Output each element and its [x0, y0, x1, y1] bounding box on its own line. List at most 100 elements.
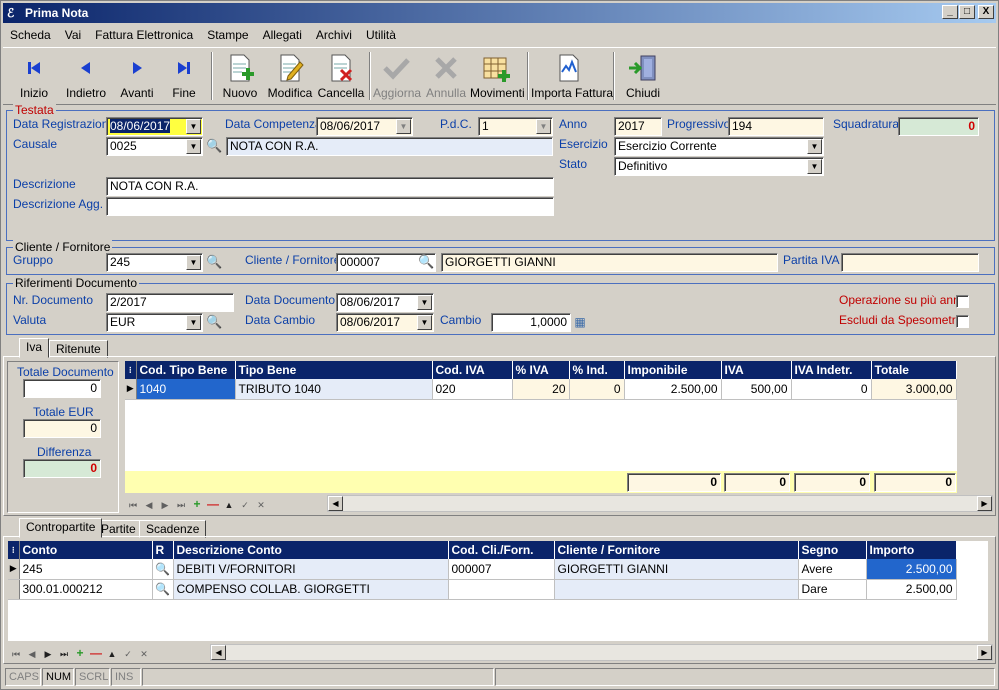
col-cod-iva[interactable]: Cod. IVA [432, 361, 513, 379]
cell-segno[interactable]: Dare [798, 579, 867, 600]
menu-utilita[interactable]: Utilità [359, 25, 403, 45]
cell-importo[interactable]: 2.500,00 [866, 579, 957, 600]
data-registrazione-field[interactable]: 08/06/2017 ▼ [106, 117, 203, 136]
nav-first-icon[interactable]: ⏮ [126, 498, 140, 512]
inizio-button[interactable]: Inizio [13, 50, 55, 102]
cell-descrizione-conto[interactable]: DEBITI V/FORNITORI [173, 559, 449, 580]
nav-up-icon[interactable]: ▲ [105, 647, 119, 661]
movimenti-button[interactable]: Movimenti [470, 50, 525, 102]
search-icon[interactable]: 🔍 [206, 254, 222, 270]
col-cod-cli-forn[interactable]: Cod. Cli./Forn. [448, 541, 555, 559]
nav-up-icon[interactable]: ▲ [222, 498, 236, 512]
nav-first-icon[interactable]: ⏮ [9, 647, 23, 661]
nuovo-button[interactable]: Nuovo [219, 50, 261, 102]
cell-cliente-fornitore[interactable]: GIORGETTI GIANNI [554, 559, 799, 580]
importa-fattura-button[interactable]: Importa Fattura [531, 50, 613, 102]
cell-cliente-fornitore[interactable] [554, 579, 799, 600]
nav-prev-icon[interactable]: ◀ [25, 647, 39, 661]
chevron-down-icon[interactable]: ▼ [417, 295, 432, 310]
nav-next-icon[interactable]: ▶ [41, 647, 55, 661]
data-cambio-field[interactable]: 08/06/2017 ▼ [336, 313, 434, 332]
gruppo-select[interactable]: 245 ▼ [106, 253, 203, 272]
menu-archivi[interactable]: Archivi [309, 25, 359, 45]
operazione-piu-anni-checkbox[interactable] [956, 295, 969, 308]
close-button[interactable]: X [978, 5, 994, 19]
cell-segno[interactable]: Avere [798, 559, 867, 580]
table-row[interactable]: ▶ 245 🔍 DEBITI V/FORNITORI 000007 GIORGE… [8, 559, 957, 580]
cancella-button[interactable]: Cancella [317, 50, 365, 102]
avanti-button[interactable]: Avanti [115, 50, 159, 102]
search-icon[interactable]: 🔍 [206, 138, 222, 154]
descrizione-agg-field[interactable] [106, 197, 554, 216]
nav-next-icon[interactable]: ▶ [158, 498, 172, 512]
modifica-button[interactable]: Modifica [265, 50, 315, 102]
chevron-down-icon[interactable]: ▼ [186, 139, 201, 154]
col-r[interactable]: R [152, 541, 174, 559]
cell-iva[interactable]: 500,00 [721, 379, 792, 400]
search-icon[interactable]: 🔍 [206, 314, 222, 330]
calculator-icon[interactable]: ▦ [572, 314, 588, 330]
stato-select[interactable]: Definitivo ▼ [614, 157, 824, 176]
scroll-right-icon[interactable]: ▶ [977, 496, 992, 511]
cell-perc-ind[interactable]: 0 [569, 379, 625, 400]
contropartite-horizontal-scrollbar[interactable]: ◀ ▶ [210, 644, 993, 661]
scroll-left-icon[interactable]: ◀ [211, 645, 226, 660]
cell-tipo-bene[interactable]: TRIBUTO 1040 [235, 379, 433, 400]
nav-remove-icon[interactable]: — [206, 497, 220, 511]
chiudi-button[interactable]: Chiudi [623, 50, 663, 102]
table-row[interactable]: 300.01.000212 🔍 COMPENSO COLLAB. GIORGET… [8, 579, 957, 600]
cell-descrizione-conto[interactable]: COMPENSO COLLAB. GIORGETTI [173, 579, 449, 600]
col-imponibile[interactable]: Imponibile [624, 361, 722, 379]
menu-scheda[interactable]: Scheda [3, 25, 58, 45]
nr-documento-field[interactable]: 2/2017 [106, 293, 234, 312]
nav-add-icon[interactable]: + [73, 646, 87, 660]
cell-importo[interactable]: 2.500,00 [866, 559, 957, 580]
chevron-down-icon[interactable]: ▼ [396, 119, 411, 134]
col-cliente-fornitore[interactable]: Cliente / Fornitore [554, 541, 799, 559]
col-iva-indetr[interactable]: IVA Indetr. [791, 361, 872, 379]
descrizione-field[interactable]: NOTA CON R.A. [106, 177, 554, 196]
cell-cod-iva[interactable]: 020 [432, 379, 513, 400]
chevron-down-icon[interactable]: ▼ [536, 119, 551, 134]
col-totale[interactable]: Totale [871, 361, 957, 379]
cell-cod-cli-forn[interactable]: 000007 [448, 559, 555, 580]
nav-cancel-icon[interactable]: ✕ [254, 498, 268, 512]
nav-prev-icon[interactable]: ◀ [142, 498, 156, 512]
table-row[interactable]: ▶ 1040 TRIBUTO 1040 020 20 0 2.500,00 50… [125, 379, 957, 400]
menu-fattura-elettronica[interactable]: Fattura Elettronica [88, 25, 200, 45]
col-cod-tipo-bene[interactable]: Cod. Tipo Bene [136, 361, 236, 379]
col-perc-ind[interactable]: % Ind. [569, 361, 625, 379]
col-importo[interactable]: Importo [866, 541, 957, 559]
nav-add-icon[interactable]: + [190, 497, 204, 511]
search-icon[interactable]: 🔍 [152, 559, 174, 580]
menu-vai[interactable]: Vai [58, 25, 88, 45]
cell-cod-tipo-bene[interactable]: 1040 [136, 379, 236, 400]
escludi-spesometro-checkbox[interactable] [956, 315, 969, 328]
nav-remove-icon[interactable]: — [89, 646, 103, 660]
cambio-field[interactable]: 1,0000 [491, 313, 571, 332]
annulla-button[interactable]: Annulla [425, 50, 467, 102]
search-icon[interactable]: 🔍 [152, 579, 174, 600]
anno-field[interactable]: 2017 [614, 117, 662, 136]
aggiorna-button[interactable]: Aggiorna [373, 50, 421, 102]
chevron-down-icon[interactable]: ▼ [807, 139, 822, 154]
pdc-select[interactable]: 1 ▼ [478, 117, 553, 136]
col-tipo-bene[interactable]: Tipo Bene [235, 361, 433, 379]
chevron-down-icon[interactable]: ▼ [186, 119, 201, 134]
col-segno[interactable]: Segno [798, 541, 867, 559]
cell-conto[interactable]: 300.01.000212 [19, 579, 153, 600]
cell-imponibile[interactable]: 2.500,00 [624, 379, 722, 400]
cell-cod-cli-forn[interactable] [448, 579, 555, 600]
nav-last-icon[interactable]: ⏭ [174, 498, 188, 512]
chevron-down-icon[interactable]: ▼ [186, 255, 201, 270]
causale-select[interactable]: 0025 ▼ [106, 137, 203, 156]
chevron-down-icon[interactable]: ▼ [186, 315, 201, 330]
fine-button[interactable]: Fine [165, 50, 203, 102]
cell-iva-indetr[interactable]: 0 [791, 379, 872, 400]
tab-contropartite[interactable]: Contropartite [19, 518, 103, 538]
cliente-fornitore-code-field[interactable]: 000007 🔍 [336, 253, 436, 272]
chevron-down-icon[interactable]: ▼ [417, 315, 432, 330]
minimize-button[interactable]: _ [942, 5, 958, 19]
tab-iva[interactable]: Iva [19, 338, 50, 358]
col-conto[interactable]: Conto [19, 541, 153, 559]
